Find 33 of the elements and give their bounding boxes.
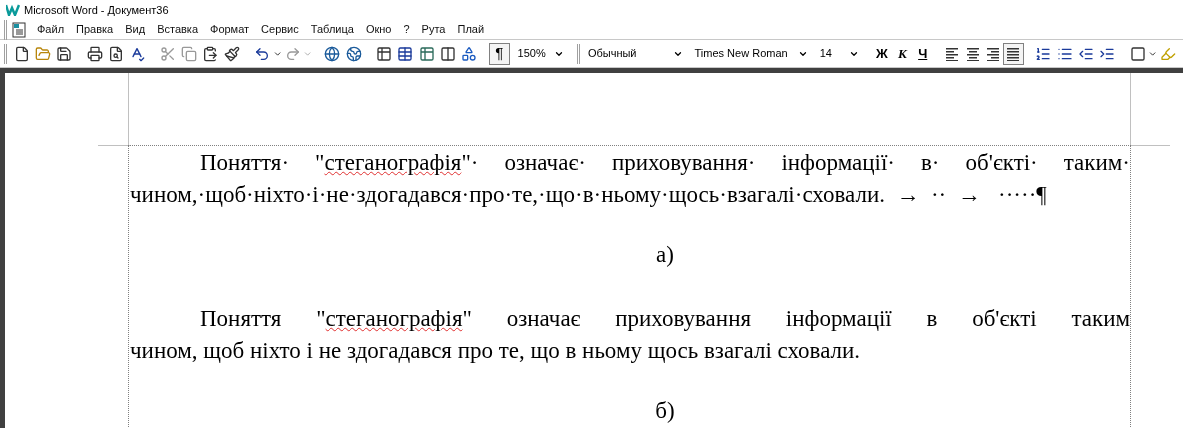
align-center-icon: [964, 46, 981, 61]
menu-item[interactable]: ?: [397, 21, 416, 38]
window-title: Microsoft Word - Документ36: [24, 2, 169, 18]
menu-item[interactable]: Таблица: [304, 21, 360, 38]
menu-item[interactable]: Окно: [359, 21, 398, 38]
menu-item[interactable]: Формат: [204, 21, 256, 38]
menu-item[interactable]: Сервис: [255, 21, 305, 38]
underline-button[interactable]: Ч: [912, 42, 933, 65]
document-menu-icon[interactable]: [11, 21, 27, 38]
paragraph-line: Поняття "стеганографія" означає приховування інформації в об'єкті таким: [199, 305, 1130, 333]
align-right-icon: [984, 46, 1001, 61]
menu-item[interactable]: Плай: [451, 21, 491, 38]
figure-caption: б): [655, 397, 675, 425]
align-left-icon: [944, 46, 961, 61]
menu-item[interactable]: Вставка: [151, 21, 204, 38]
paragraph-line: чином, щоб ніхто і не здогадався про те, що в ньому щось взагалі сховали.: [130, 337, 862, 365]
menu-item[interactable]: Правка: [70, 21, 120, 38]
menu-item[interactable]: Файл: [31, 21, 71, 38]
figure-caption: а): [656, 241, 674, 269]
align-justify-icon: [1005, 46, 1022, 61]
zoom-dropdown[interactable]: 150%: [513, 43, 568, 64]
bold-button[interactable]: Ж: [871, 42, 893, 65]
menu-item[interactable]: Рута: [415, 21, 452, 38]
italic-button[interactable]: К: [892, 42, 913, 65]
align-justify-button[interactable]: [1003, 42, 1024, 65]
show-marks-button[interactable]: ¶: [489, 42, 510, 65]
font-dropdown[interactable]: Times New Roman: [690, 43, 812, 64]
paragraph-line: чином,·щоб·ніхто·і·не·здогадався·про·те,·що·в·ньому·щось·взагалі·сховали. → ·· → ·····¶: [130, 181, 1048, 209]
paragraph-line: Поняття· "стеганографія"· означає· приховування· інформації· в· об'єкті· таким·: [199, 149, 1130, 177]
style-dropdown[interactable]: Обычный: [583, 43, 687, 64]
font-size-dropdown[interactable]: 14: [815, 43, 863, 64]
menu-item[interactable]: Вид: [119, 21, 152, 38]
word-logo-icon: [6, 4, 20, 16]
